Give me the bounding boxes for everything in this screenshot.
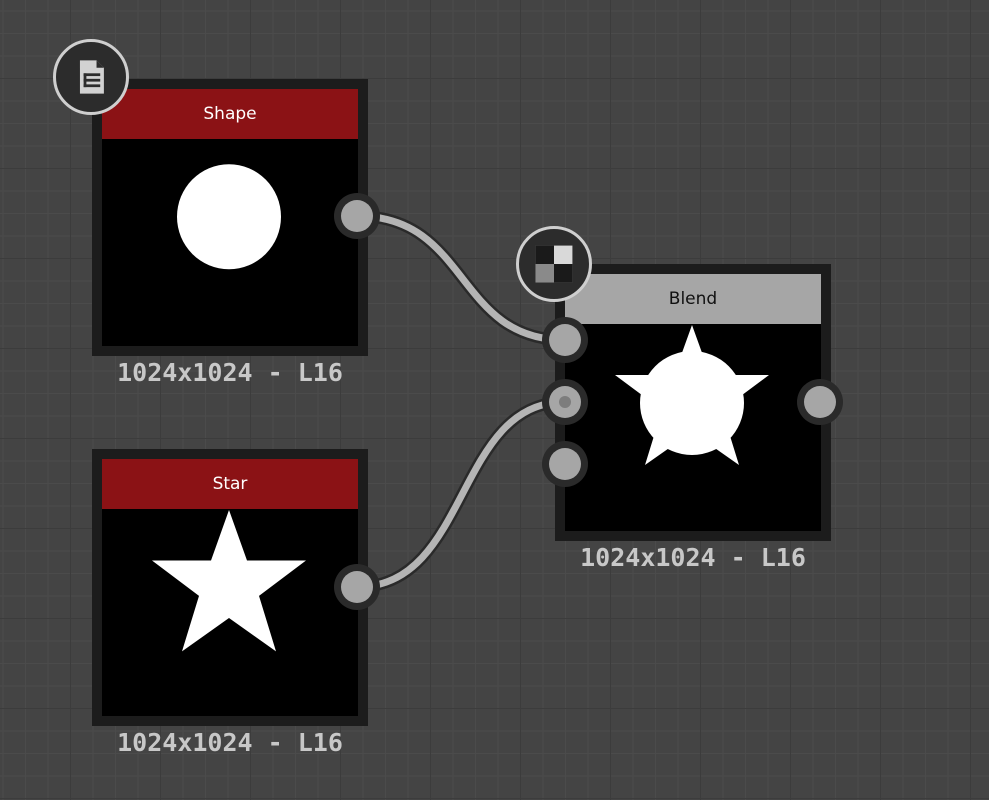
star-node-caption: 1024x1024 - L16 xyxy=(117,728,343,757)
document-icon[interactable] xyxy=(53,39,129,115)
shape-node[interactable]: Shape xyxy=(92,79,368,356)
blend-input-port-background[interactable] xyxy=(542,379,588,425)
blend-node-caption: 1024x1024 - L16 xyxy=(580,543,806,572)
shape-node-preview xyxy=(102,139,358,346)
star-node-header[interactable]: Star xyxy=(102,459,358,509)
star-output-port[interactable] xyxy=(334,564,380,610)
node-graph-canvas[interactable]: Shape 1024x1024 - L16 Star 1024x1024 - L… xyxy=(0,0,989,800)
blend-node-preview xyxy=(565,324,821,531)
blend-node-title: Blend xyxy=(668,289,718,309)
star-node-preview xyxy=(102,509,358,716)
blend-node[interactable]: Blend xyxy=(555,264,831,541)
star-node-title: Star xyxy=(212,474,248,494)
shape-node-caption: 1024x1024 - L16 xyxy=(117,358,343,387)
shape-output-port[interactable] xyxy=(334,193,380,239)
blend-input-port-foreground[interactable] xyxy=(542,317,588,363)
blend-input-port-mask[interactable] xyxy=(542,441,588,487)
preview-star xyxy=(152,510,306,652)
blend-node-header[interactable]: Blend xyxy=(565,274,821,324)
wire-star-to-blend-inner xyxy=(353,398,569,591)
star-node[interactable]: Star xyxy=(92,449,368,726)
port-connected-dot xyxy=(559,396,571,408)
shape-node-title: Shape xyxy=(203,104,257,124)
shape-node-header[interactable]: Shape xyxy=(102,89,358,139)
blend-checker-icon[interactable] xyxy=(516,226,592,302)
blend-output-port[interactable] xyxy=(797,379,843,425)
preview-circle xyxy=(177,164,281,270)
